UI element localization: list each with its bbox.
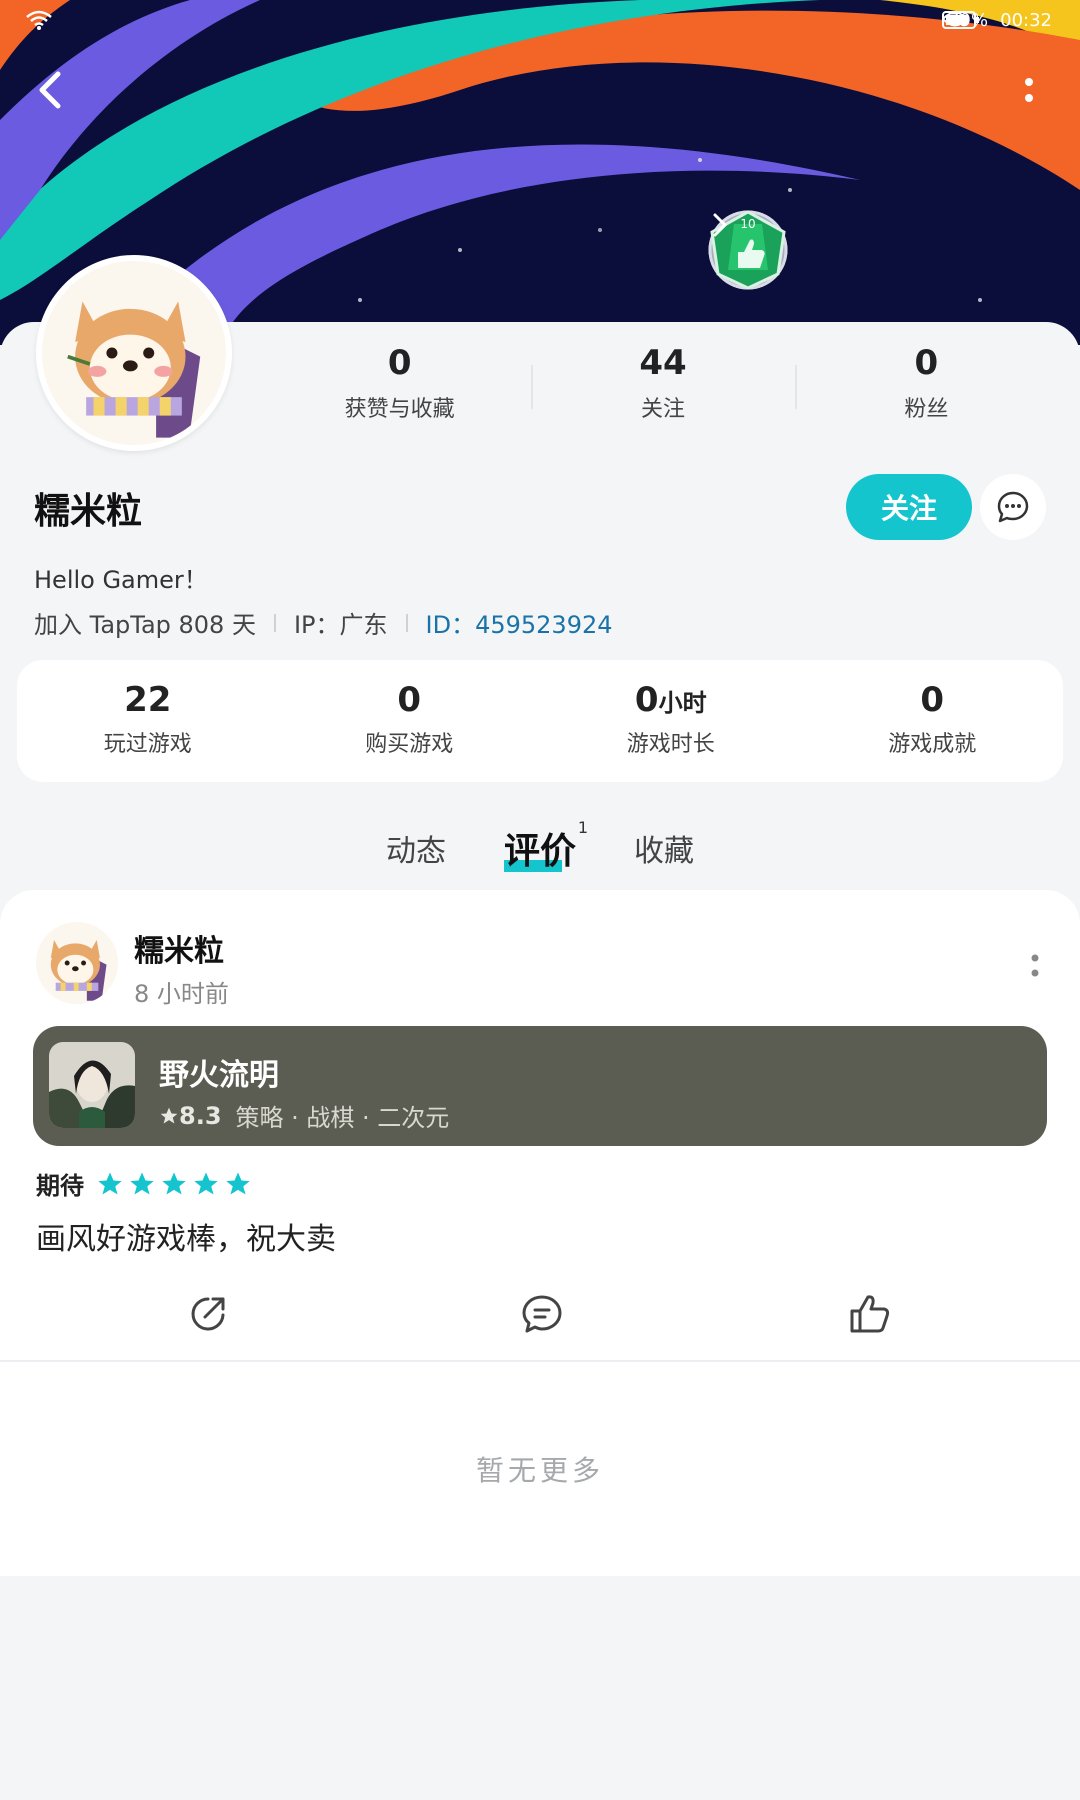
star-icon <box>226 1171 250 1194</box>
review-text: 画风好游戏棒，祝大卖 <box>36 1222 336 1257</box>
stat-label: 游戏时长 <box>626 732 715 757</box>
stat-unit: 小时 <box>658 689 707 717</box>
achievement-badges[interactable]: 10 3 10 <box>708 210 1040 290</box>
meta-divider <box>405 613 408 632</box>
review-actions <box>0 1286 1080 1342</box>
badge-number: 10 <box>740 217 755 231</box>
stat-likes[interactable]: 0 获赞与收藏 <box>268 343 531 443</box>
star-icon <box>160 1107 178 1123</box>
game-cover-image <box>49 1042 135 1128</box>
stat-label: 获赞与收藏 <box>344 397 455 422</box>
review-avatar[interactable] <box>36 922 118 1004</box>
game-name: 野火流明 <box>159 1058 279 1093</box>
tab-count: 1 <box>577 818 588 837</box>
game-card[interactable]: 野火流明 8.3 策略 · 战棋 · 二次元 <box>33 1026 1047 1146</box>
star-icon <box>98 1171 122 1194</box>
shiba-avatar-image <box>42 261 226 445</box>
ip-location: IP：广东 <box>293 611 388 639</box>
tab-reviews[interactable]: 评价 1 <box>503 818 588 874</box>
chevron-right-icon[interactable] <box>713 213 1040 265</box>
game-stats-card: 22 玩过游戏 0 购买游戏 0小时 游戏时长 0 游戏成就 <box>17 660 1063 782</box>
stat-value: 0 <box>634 680 659 720</box>
no-more-text: 暂无更多 <box>475 1454 604 1487</box>
stat-achievements[interactable]: 0 游戏成就 <box>802 660 1064 782</box>
more-vertical-icon <box>1025 78 1033 102</box>
stat-purchased-games[interactable]: 0 购买游戏 <box>279 660 541 782</box>
stat-label: 购买游戏 <box>365 732 454 757</box>
game-score: 8.3 <box>159 1102 222 1130</box>
stat-played-games[interactable]: 22 玩过游戏 <box>17 660 279 782</box>
thumbs-up-icon <box>850 1295 890 1333</box>
user-id[interactable]: ID：459523924 <box>426 605 613 640</box>
status-bar: 79% 00:32 <box>0 0 1080 44</box>
review-more-button[interactable] <box>1020 948 1050 984</box>
stat-value: 0 <box>920 680 945 720</box>
review-username[interactable]: 糯米粒 <box>134 926 224 970</box>
stat-value: 22 <box>124 680 172 720</box>
status-time: 00:32 <box>1000 10 1052 31</box>
stat-value: 0 <box>387 343 412 383</box>
more-vertical-icon <box>1031 954 1039 977</box>
tab-activity[interactable]: 动态 <box>386 826 446 870</box>
star-icon <box>194 1171 218 1194</box>
game-tags: 策略 · 战棋 · 二次元 <box>235 1104 450 1132</box>
chat-bubble-icon <box>997 491 1029 523</box>
more-options-button[interactable] <box>1024 76 1054 116</box>
review-time: 8 小时前 <box>134 980 229 1008</box>
social-stats: 0 获赞与收藏 44 关注 0 粉丝 <box>268 343 1058 443</box>
message-button[interactable] <box>980 474 1046 540</box>
like-button[interactable] <box>842 1286 898 1342</box>
shiba-avatar-image <box>36 922 118 1004</box>
back-button[interactable] <box>36 70 76 118</box>
profile-bio: Hello Gamer！ <box>34 566 208 594</box>
profile-meta: 加入 TapTap 808 天 IP：广东 ID：459523924 <box>34 605 613 640</box>
profile-tabs: 动态 评价 1 收藏 <box>0 818 1080 878</box>
comment-button[interactable] <box>514 1286 570 1342</box>
review-card: 糯米粒 8 小时前 野火流明 8.3 策略 · 战棋 · 二次元 期待 画风好游… <box>0 890 1080 1360</box>
star-icon <box>162 1171 186 1194</box>
game-score-value: 8.3 <box>179 1101 222 1130</box>
stat-label: 玩过游戏 <box>103 732 192 757</box>
stat-following[interactable]: 44 关注 <box>531 343 794 443</box>
stat-label: 关注 <box>640 397 685 422</box>
stat-value: 0 <box>397 680 422 720</box>
game-icon <box>49 1042 135 1128</box>
stat-followers[interactable]: 0 粉丝 <box>794 343 1058 443</box>
chevron-left-icon <box>39 71 61 109</box>
stat-value: 0 <box>914 343 939 383</box>
game-meta: 8.3 策略 · 战棋 · 二次元 <box>159 1098 449 1133</box>
tab-favorites[interactable]: 收藏 <box>634 826 694 870</box>
rating-label: 期待 <box>36 1172 84 1200</box>
badge-thumbs-green[interactable]: 10 <box>710 210 996 290</box>
stat-label: 粉丝 <box>904 397 949 422</box>
stat-value: 44 <box>639 343 687 383</box>
stat-play-time[interactable]: 0小时 游戏时长 <box>540 660 802 782</box>
follow-button[interactable]: 关注 <box>846 474 972 540</box>
tab-label: 评价 <box>503 831 576 872</box>
share-icon <box>191 1297 225 1331</box>
badge-thumbs-silver[interactable]: 3 <box>708 210 892 290</box>
star-icon <box>130 1171 154 1194</box>
meta-divider <box>273 613 276 632</box>
share-button[interactable] <box>180 1286 236 1342</box>
rating-row: 期待 <box>36 1166 252 1201</box>
rating-stars <box>96 1170 252 1198</box>
join-days: 加入 TapTap 808 天 <box>34 611 256 639</box>
stat-label: 游戏成就 <box>888 732 977 757</box>
comment-icon <box>522 1295 562 1333</box>
list-end: 暂无更多 <box>0 1362 1080 1576</box>
avatar[interactable] <box>36 255 232 451</box>
profile-username: 糯米粒 <box>34 491 143 532</box>
